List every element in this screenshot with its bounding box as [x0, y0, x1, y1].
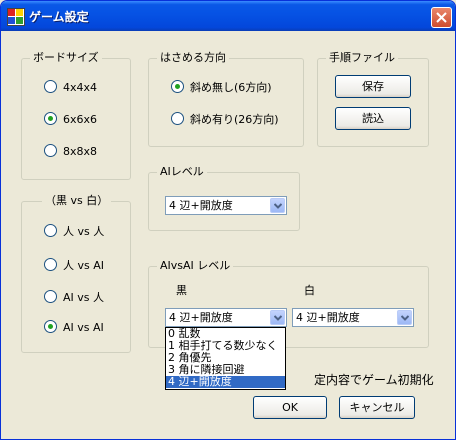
- radio-label: 斜め無し(6方向): [190, 81, 272, 94]
- black-ai-level-select[interactable]: 4 辺+開放度: [165, 308, 287, 327]
- radio-no-diagonal[interactable]: 斜め無し(6方向): [171, 80, 272, 95]
- radio-icon: [44, 80, 57, 93]
- radio-ai-vs-ai[interactable]: AI vs AI: [44, 320, 104, 335]
- radio-human-vs-ai[interactable]: 人 vs AI: [44, 258, 104, 273]
- radio-selected-icon: [44, 320, 57, 333]
- title-bar[interactable]: ゲーム設定: [1, 1, 455, 31]
- radio-icon: [44, 144, 57, 157]
- board-size-title: ボードサイズ: [30, 51, 102, 65]
- record-file-group: 手順ファイル 保存 読込: [317, 51, 429, 147]
- radio-ai-vs-human[interactable]: AI vs 人: [44, 290, 104, 305]
- capture-direction-title: はさめる方向: [157, 51, 229, 65]
- radio-label: 6x6x6: [63, 113, 98, 126]
- cancel-button[interactable]: キャンセル: [339, 396, 415, 419]
- capture-direction-group: はさめる方向 斜め無し(6方向) 斜め有り(26方向): [148, 51, 304, 147]
- radio-board-4[interactable]: 4x4x4: [44, 80, 97, 95]
- radio-icon: [44, 258, 57, 271]
- ok-button[interactable]: OK: [253, 396, 327, 419]
- black-label: 黒: [176, 284, 187, 297]
- white-ai-level-select[interactable]: 4 辺+開放度: [292, 308, 414, 327]
- dropdown-arrow[interactable]: [397, 310, 412, 325]
- record-file-title: 手順ファイル: [326, 51, 398, 65]
- window-title: ゲーム設定: [29, 10, 89, 24]
- black-ai-level-value: 4 辺+開放度: [169, 311, 233, 324]
- ai-level-title: AIレベル: [157, 165, 207, 179]
- dropdown-arrow[interactable]: [270, 198, 285, 213]
- ai-vs-ai-level-title: AIvsAI レベル: [157, 259, 234, 273]
- radio-label: 人 vs 人: [63, 225, 105, 238]
- radio-selected-icon: [44, 112, 57, 125]
- dropdown-arrow[interactable]: [270, 310, 285, 325]
- radio-board-6[interactable]: 6x6x6: [44, 112, 97, 127]
- close-icon: [436, 12, 447, 23]
- dropdown-option[interactable]: 3 角に隣接回避: [166, 364, 285, 376]
- radio-label: AI vs 人: [63, 291, 105, 304]
- dropdown-option-selected[interactable]: 4 辺+開放度: [166, 376, 285, 388]
- radio-label: 8x8x8: [63, 145, 98, 158]
- board-size-group: ボードサイズ 4x4x4 6x6x6 8x8x8: [21, 51, 131, 180]
- radio-icon: [44, 290, 57, 303]
- load-button[interactable]: 読込: [335, 107, 411, 130]
- radio-icon: [171, 112, 184, 125]
- radio-label: 人 vs AI: [63, 259, 105, 272]
- reset-note: 定内容でゲーム初期化: [314, 373, 434, 387]
- players-title: （黒 vs 白）: [42, 194, 112, 208]
- app-icon: [7, 8, 25, 26]
- radio-board-8[interactable]: 8x8x8: [44, 144, 97, 159]
- dropdown-option[interactable]: 1 相手打てる数少なく: [166, 340, 285, 352]
- game-settings-dialog: ゲーム設定 ボードサイズ 4x4x4 6x6x6 8x8x8 はさめる方向 斜め…: [0, 0, 456, 440]
- ai-level-select[interactable]: 4 辺+開放度: [165, 196, 287, 215]
- radio-selected-icon: [171, 80, 184, 93]
- white-ai-level-value: 4 辺+開放度: [296, 311, 360, 324]
- ai-level-dropdown-list: 0 乱数 1 相手打てる数少なく 2 角優先 3 角に隣接回避 4 辺+開放度: [165, 327, 286, 390]
- save-button[interactable]: 保存: [335, 75, 411, 98]
- radio-label: 斜め有り(26方向): [190, 113, 279, 126]
- players-group: （黒 vs 白） 人 vs 人 人 vs AI AI vs 人 AI vs AI: [21, 194, 131, 353]
- chevron-down-icon: [274, 315, 282, 321]
- ai-level-value: 4 辺+開放度: [169, 199, 233, 212]
- radio-icon: [44, 224, 57, 237]
- ai-level-group: AIレベル 4 辺+開放度: [148, 165, 300, 231]
- close-button[interactable]: [431, 7, 452, 28]
- chevron-down-icon: [401, 315, 409, 321]
- radio-human-vs-human[interactable]: 人 vs 人: [44, 224, 104, 239]
- chevron-down-icon: [274, 203, 282, 209]
- white-label: 白: [304, 284, 315, 297]
- radio-with-diagonal[interactable]: 斜め有り(26方向): [171, 112, 279, 127]
- radio-label: AI vs AI: [63, 321, 104, 334]
- radio-label: 4x4x4: [63, 81, 98, 94]
- dropdown-option[interactable]: 2 角優先: [166, 352, 285, 364]
- dropdown-option[interactable]: 0 乱数: [166, 328, 285, 340]
